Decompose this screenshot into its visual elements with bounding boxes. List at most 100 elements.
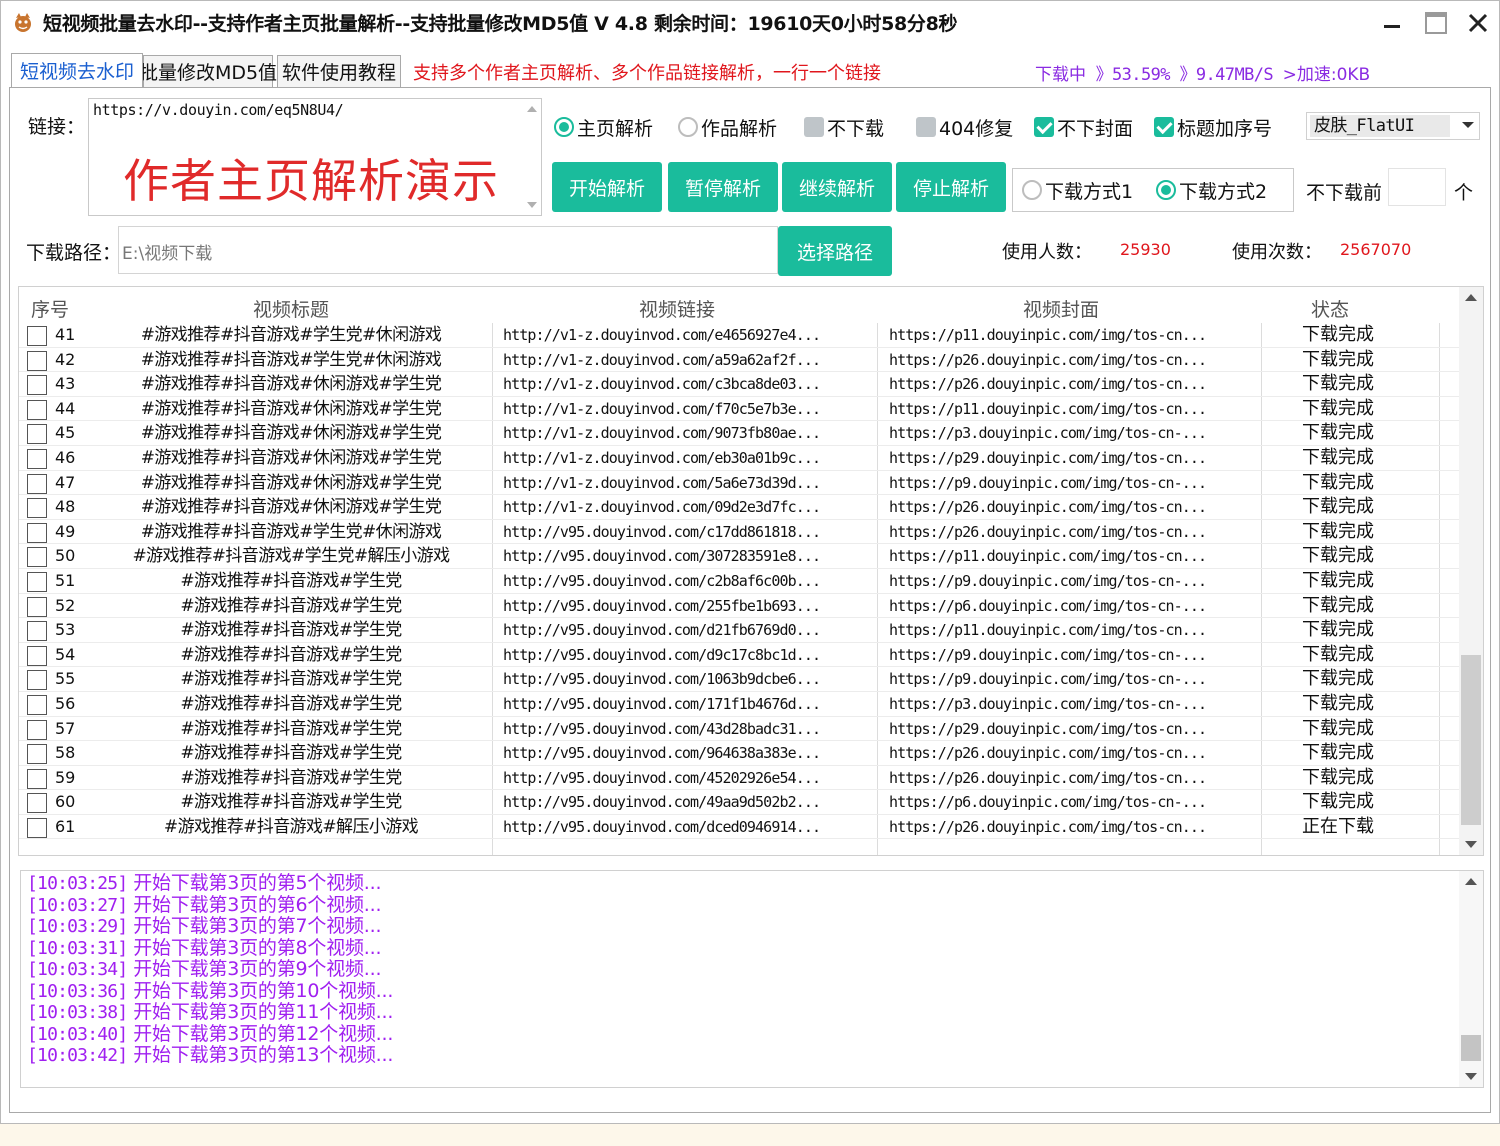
scroll-up-icon[interactable] [1465, 877, 1477, 885]
checkbox-fix-404-label: 404修复 [939, 117, 1014, 140]
checkbox-no-cover[interactable]: 不下封面 [1034, 114, 1133, 140]
window-title: 短视频批量去水印--支持作者主页批量解析--支持批量修改MD5值 V 4.8 剩… [43, 13, 958, 35]
app-icon [15, 13, 31, 32]
table-row[interactable]: 60 #游戏推荐#抖音游戏#学生党 http://v95.douyinvod.com… [19, 790, 1459, 815]
radio-download-mode-2[interactable]: 下载方式2 [1156, 177, 1267, 203]
row-checkbox[interactable] [27, 694, 47, 715]
skip-before-input[interactable] [1388, 168, 1446, 206]
row-checkbox[interactable] [27, 571, 47, 592]
table-row[interactable]: 55 #游戏推荐#抖音游戏#学生党 http://v95.douyinvod.com… [19, 667, 1459, 692]
header-link[interactable]: 视频链接 [639, 295, 715, 322]
skin-select[interactable]: 皮肤_FlatUI [1306, 112, 1480, 140]
table-row[interactable]: 54 #游戏推荐#抖音游戏#学生党 http://v95.douyinvod.com… [19, 643, 1459, 668]
row-checkbox[interactable] [27, 522, 47, 543]
row-checkbox[interactable] [27, 793, 47, 814]
row-checkbox[interactable] [27, 498, 47, 519]
header-title[interactable]: 视频标题 [253, 295, 329, 322]
table-row[interactable]: 48 #游戏推荐#抖音游戏#休闲游戏#学生党 http://v1-z.douyinv… [19, 495, 1459, 520]
row-checkbox[interactable] [27, 719, 47, 740]
row-link: http://v1-z.douyinvod.com/c3bca8de03... [503, 375, 821, 394]
table-row[interactable]: 57 #游戏推荐#抖音游戏#学生党 http://v95.douyinvod.com… [19, 717, 1459, 742]
row-checkbox[interactable] [27, 547, 47, 568]
radio-home-parse[interactable]: 主页解析 [554, 114, 653, 140]
log-scroll-thumb[interactable] [1461, 1035, 1481, 1061]
close-button[interactable] [1463, 9, 1493, 37]
pause-parse-button[interactable]: 暂停解析 [668, 162, 778, 212]
row-checkbox[interactable] [27, 621, 47, 642]
row-checkbox[interactable] [27, 375, 47, 396]
table-row[interactable]: 59 #游戏推荐#抖音游戏#学生党 http://v95.douyinvod.com… [19, 766, 1459, 791]
row-status: 下载完成 [1302, 520, 1374, 542]
link-scrollbar[interactable] [523, 99, 541, 215]
header-status[interactable]: 状态 [1311, 295, 1349, 322]
row-checkbox[interactable] [27, 424, 47, 445]
row-checkbox[interactable] [27, 350, 47, 371]
choose-path-button[interactable]: 选择路径 [778, 226, 892, 276]
row-checkbox[interactable] [27, 473, 47, 494]
row-link: http://v95.douyinvod.com/43d28badc31... [503, 719, 821, 738]
row-checkbox[interactable] [27, 670, 47, 691]
tab-md5[interactable]: 批量修改MD5值 [139, 55, 277, 87]
maximize-button[interactable] [1421, 9, 1451, 37]
radio-work-parse[interactable]: 作品解析 [678, 114, 777, 140]
scroll-up-icon[interactable] [527, 105, 537, 113]
row-checkbox[interactable] [27, 645, 47, 666]
row-link: http://v95.douyinvod.com/dced0946914... [503, 817, 821, 836]
table-row[interactable]: 61 #游戏推荐#抖音游戏#解压小游戏 http://v95.douyinvod.c… [19, 815, 1459, 840]
tab-tutorial[interactable]: 软件使用教程 [277, 55, 401, 87]
stop-parse-button[interactable]: 停止解析 [896, 162, 1006, 212]
table-row[interactable]: 45 #游戏推荐#抖音游戏#休闲游戏#学生党 http://v1-z.douyinv… [19, 421, 1459, 446]
tab-watermark[interactable]: 短视频去水印 [11, 53, 143, 87]
table-row[interactable]: 52 #游戏推荐#抖音游戏#学生党 http://v95.douyinvod.com… [19, 594, 1459, 619]
checkbox-title-seq[interactable]: 标题加序号 [1154, 114, 1272, 140]
table-scrollbar[interactable] [1459, 287, 1483, 855]
row-cover: https://p26.douyinpic.com/img/tos-cn... [889, 522, 1207, 541]
row-checkbox[interactable] [27, 596, 47, 617]
row-no: 61 [55, 816, 76, 836]
table-row[interactable]: 49 #游戏推荐#抖音游戏#学生党#休闲游戏 http://v95.douyinvo… [19, 520, 1459, 545]
row-checkbox[interactable] [27, 817, 47, 838]
log-line: [10:03:42] 开始下载第3页的第13个视频... [27, 1044, 393, 1067]
table-row[interactable]: 41 #游戏推荐#抖音游戏#学生党#休闲游戏 http://v1-z.douyinv… [19, 323, 1459, 348]
row-checkbox[interactable] [27, 768, 47, 789]
header-no[interactable]: 序号 [31, 295, 69, 322]
scroll-down-icon[interactable] [527, 201, 537, 209]
start-parse-button[interactable]: 开始解析 [552, 162, 662, 212]
scroll-down-icon[interactable] [1465, 841, 1477, 849]
header-cover[interactable]: 视频封面 [1023, 295, 1099, 322]
row-cover: https://p26.douyinpic.com/img/tos-cn... [889, 768, 1207, 787]
table-row[interactable]: 51 #游戏推荐#抖音游戏#学生党 http://v95.douyinvod.com… [19, 569, 1459, 594]
row-title: #游戏推荐#抖音游戏#学生党 [180, 767, 402, 788]
table-scroll-thumb[interactable] [1461, 655, 1481, 825]
row-title: #游戏推荐#抖音游戏#学生党 [180, 644, 402, 665]
table-row[interactable]: 43 #游戏推荐#抖音游戏#休闲游戏#学生党 http://v1-z.douyinv… [19, 372, 1459, 397]
checkbox-no-download[interactable]: 不下载 [804, 114, 884, 140]
row-checkbox[interactable] [27, 448, 47, 469]
path-input[interactable]: E:\视频下载 [118, 226, 778, 274]
row-checkbox[interactable] [27, 744, 47, 765]
radio-home-parse-label: 主页解析 [577, 117, 654, 140]
resume-parse-button[interactable]: 继续解析 [782, 162, 892, 212]
table-row[interactable]: 46 #游戏推荐#抖音游戏#休闲游戏#学生党 http://v1-z.douyinv… [19, 446, 1459, 471]
scroll-up-icon[interactable] [1465, 293, 1477, 301]
log-time: [10:03:34] [27, 959, 128, 980]
link-textarea[interactable]: https://v.douyin.com/eq5N8U4/ 作者主页解析演示 [88, 98, 542, 216]
radio-download-mode-1[interactable]: 下载方式1 [1022, 177, 1133, 203]
table-row[interactable]: 50 #游戏推荐#抖音游戏#学生党#解压小游戏 http://v95.douyinv… [19, 544, 1459, 569]
title-bar[interactable]: 短视频批量去水印--支持作者主页批量解析--支持批量修改MD5值 V 4.8 剩… [1, 1, 1499, 45]
log-scrollbar[interactable] [1459, 871, 1483, 1087]
table-row[interactable]: 47 #游戏推荐#抖音游戏#休闲游戏#学生党 http://v1-z.douyinv… [19, 471, 1459, 496]
checkbox-fix-404[interactable]: 404修复 [916, 114, 1013, 140]
row-checkbox[interactable] [27, 326, 47, 346]
row-link: http://v95.douyinvod.com/307283591e8... [503, 547, 821, 566]
row-status: 下载完成 [1302, 717, 1374, 739]
table-row[interactable]: 42 #游戏推荐#抖音游戏#学生党#休闲游戏 http://v1-z.douyinv… [19, 348, 1459, 373]
table-row[interactable]: 44 #游戏推荐#抖音游戏#休闲游戏#学生党 http://v1-z.douyinv… [19, 397, 1459, 422]
table-row[interactable]: 58 #游戏推荐#抖音游戏#学生党 http://v95.douyinvod.com… [19, 741, 1459, 766]
log-panel[interactable]: [10:03:25] 开始下载第3页的第5个视频... [10:03:27] 开始… [20, 870, 1484, 1088]
row-checkbox[interactable] [27, 399, 47, 420]
table-row[interactable]: 56 #游戏推荐#抖音游戏#学生党 http://v95.douyinvod.com… [19, 692, 1459, 717]
scroll-down-icon[interactable] [1465, 1073, 1477, 1081]
table-row[interactable]: 53 #游戏推荐#抖音游戏#学生党 http://v95.douyinvod.com… [19, 618, 1459, 643]
minimize-button[interactable] [1377, 9, 1407, 37]
